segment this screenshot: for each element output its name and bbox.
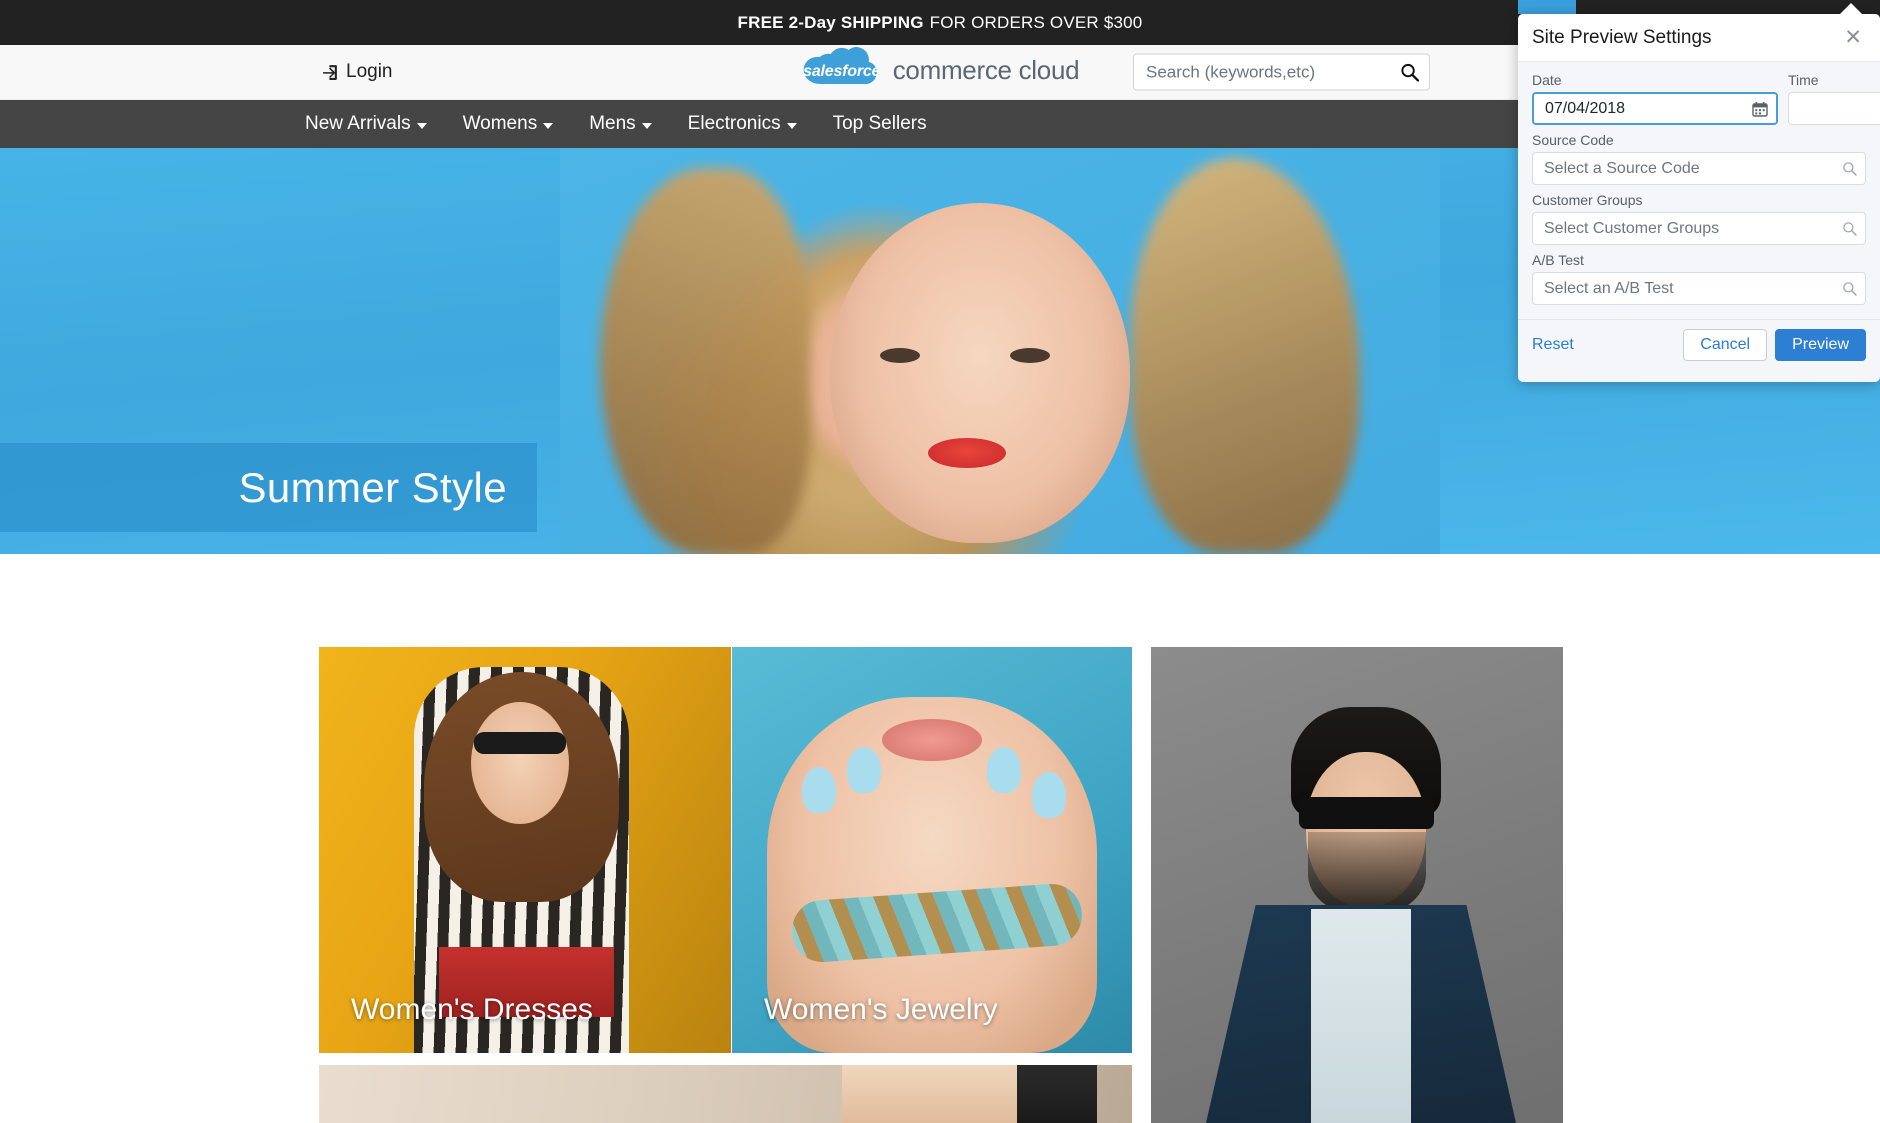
tile-image-detail [1308, 832, 1426, 917]
chevron-down-icon [641, 122, 652, 129]
hero-image-detail [928, 438, 1006, 468]
customer-groups-label: Customer Groups [1532, 192, 1643, 208]
ab-test-label: A/B Test [1532, 252, 1584, 268]
login-link[interactable]: Login [322, 61, 393, 83]
chevron-down-icon [543, 122, 554, 129]
date-label: Date [1532, 72, 1562, 88]
nav-item-electronics[interactable]: Electronics [688, 113, 797, 135]
panel-pointer-arrow [1840, 3, 1862, 14]
tile-image-detail [1032, 772, 1066, 818]
tile-image-detail [842, 1065, 1022, 1123]
tile-image-detail [1299, 797, 1434, 829]
calendar-icon[interactable] [1752, 101, 1768, 117]
tile-image-detail [882, 719, 982, 761]
date-input-wrapper[interactable] [1532, 92, 1778, 125]
hero-headline-band: Summer Style [0, 443, 537, 532]
page-root: FREE 2-Day SHIPPING FOR ORDERS OVER $300… [0, 0, 1880, 1123]
site-preview-tab[interactable] [1518, 0, 1576, 14]
sign-in-icon [323, 64, 337, 80]
time-input[interactable] [1800, 99, 1880, 118]
panel-footer: Reset Cancel Preview [1518, 319, 1880, 361]
search-icon[interactable] [1842, 281, 1857, 296]
promo-banner-bold-text: FREE 2-Day SHIPPING [737, 12, 924, 32]
tile-image-detail [987, 747, 1021, 793]
nav-label: Electronics [687, 113, 781, 134]
search-box[interactable] [1133, 53, 1430, 91]
panel-body: Date 07/04/2018 Time Source Code Select … [1518, 62, 1880, 305]
hero-image-detail [830, 203, 1130, 543]
customer-groups-input[interactable] [1544, 219, 1842, 238]
category-tile-partial[interactable] [319, 1065, 1132, 1123]
hero-image-detail [600, 168, 810, 554]
tile-image-detail [802, 767, 836, 813]
cancel-button[interactable]: Cancel [1683, 329, 1768, 361]
tile-image-detail [1017, 1065, 1097, 1123]
time-label: Time [1788, 72, 1819, 88]
search-icon[interactable] [1842, 221, 1857, 236]
panel-header: Site Preview Settings ✕ [1518, 14, 1880, 62]
time-input-wrapper[interactable] [1788, 92, 1880, 125]
time-field-group: Time [1788, 72, 1880, 125]
brand-title: commerce cloud [892, 54, 1080, 85]
hero-headline: Summer Style [238, 463, 507, 511]
tile-image-detail [471, 702, 569, 824]
date-time-row: Date 07/04/2018 Time [1532, 72, 1880, 125]
close-icon[interactable]: ✕ [1840, 25, 1866, 50]
nav-label: Womens [462, 113, 538, 134]
tile-image-detail [847, 747, 881, 793]
customer-groups-input-wrapper[interactable] [1532, 212, 1866, 245]
nav-item-mens[interactable]: Mens [589, 113, 652, 135]
category-tile-caption: Women's Jewelry [764, 993, 998, 1026]
nav-item-new-arrivals[interactable]: New Arrivals [305, 113, 427, 135]
source-code-input-wrapper[interactable] [1532, 152, 1866, 185]
date-field-group: Date [1532, 72, 1778, 125]
ab-test-field-group: A/B Test [1532, 252, 1866, 305]
category-tiles: Women's Dresses Women's Jewelry [0, 647, 1880, 1123]
source-code-field-group: Source Code [1532, 132, 1866, 185]
date-input[interactable] [1545, 99, 1752, 118]
search-icon[interactable] [1842, 161, 1857, 176]
panel-title: Site Preview Settings [1532, 26, 1712, 48]
tile-image-detail [1311, 909, 1411, 1123]
salesforce-cloud-icon: salesforce [801, 46, 883, 94]
reset-button[interactable]: Reset [1532, 336, 1574, 354]
promo-banner-text: FOR ORDERS OVER $300 [929, 12, 1143, 32]
brand-logo[interactable]: salesforce commerce cloud [801, 46, 1080, 94]
nav-label: Mens [589, 113, 636, 134]
category-tile-womens-dresses[interactable]: Women's Dresses [319, 647, 731, 1053]
search-input[interactable] [1146, 62, 1400, 82]
tile-image-detail [474, 732, 566, 754]
chevron-down-icon [416, 122, 427, 129]
category-tile-mens[interactable] [1151, 647, 1563, 1123]
site-preview-settings-panel: Site Preview Settings ✕ Date 07/04/2018 … [1518, 3, 1880, 382]
salesforce-wordmark: salesforce [803, 63, 881, 80]
ab-test-input[interactable] [1544, 279, 1842, 298]
nav-item-top-sellers[interactable]: Top Sellers [833, 113, 927, 135]
customer-groups-field-group: Customer Groups [1532, 192, 1866, 245]
nav-label: New Arrivals [305, 113, 411, 134]
source-code-label: Source Code [1532, 132, 1614, 148]
preview-button[interactable]: Preview [1775, 329, 1866, 361]
ab-test-input-wrapper[interactable] [1532, 272, 1866, 305]
category-tile-womens-jewelry[interactable]: Women's Jewelry [732, 647, 1132, 1053]
nav-item-womens[interactable]: Womens [463, 113, 554, 135]
category-tile-caption: Women's Dresses [351, 993, 593, 1026]
source-code-input[interactable] [1544, 159, 1842, 178]
login-label: Login [346, 61, 393, 82]
hero-image-detail [1010, 348, 1050, 363]
search-icon[interactable] [1400, 63, 1419, 82]
hero-image-detail [880, 348, 920, 363]
chevron-down-icon [786, 122, 797, 129]
nav-label: Top Sellers [832, 113, 927, 134]
